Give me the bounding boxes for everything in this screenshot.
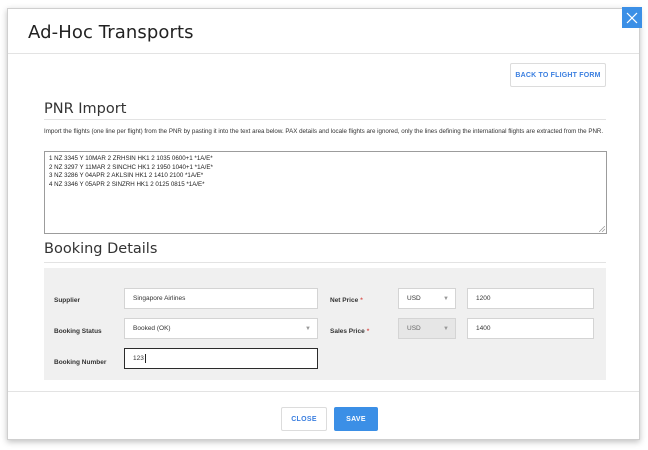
pnr-line: 4 NZ 3346 Y 05APR 2 SINZRH HK1 2 0125 08… [49,181,205,189]
sales-currency-value: USD [407,325,421,332]
chevron-down-icon: ▼ [443,296,449,302]
pnr-textarea[interactable]: 1 NZ 3345 Y 10MAR 2 ZRHSIN HK1 2 1035 06… [44,151,607,234]
sales-price-input[interactable]: 1400 [467,318,594,339]
booking-details-heading: Booking Details [44,241,158,257]
net-price-label: Net Price * [330,297,363,304]
sales-price-label: Sales Price * [330,328,369,335]
pnr-instructions: Import the flights (one line per flight)… [44,128,604,135]
booking-number-input[interactable]: 123 [124,348,318,369]
booking-divider [44,262,606,263]
back-to-flight-form-button[interactable]: BACK TO FLIGHT FORM [510,63,606,87]
pnr-divider [44,119,606,120]
pnr-line: 2 NZ 3297 Y 11MAR 2 SINCHC HK1 2 1950 10… [49,163,213,171]
save-button[interactable]: SAVE [334,407,378,431]
sales-currency-select: USD ▼ [398,318,456,339]
chevron-down-icon: ▼ [443,326,449,332]
close-icon [626,12,638,23]
booking-status-value: Booked (OK) [133,325,171,332]
footer-divider [8,391,639,392]
required-marker: * [360,297,363,304]
pnr-line: 1 NZ 3345 Y 10MAR 2 ZRHSIN HK1 2 1035 06… [49,155,213,162]
booking-status-label: Booking Status [54,328,102,335]
text-cursor [144,354,146,363]
net-price-value: 1200 [476,295,491,302]
required-marker: * [366,328,370,335]
booking-number-label: Booking Number [54,359,107,366]
sales-price-value: 1400 [476,325,491,332]
pnr-line: 3 NZ 3286 Y 04APR 2 AKLSIN HK1 2 1410 21… [49,172,204,180]
booking-number-value: 123 [133,355,144,362]
sales-price-label-text: Sales Price [330,328,365,335]
net-currency-value: USD [407,295,421,302]
dialog-title: Ad-Hoc Transports [28,22,194,43]
net-price-label-text: Net Price [330,297,359,304]
booking-status-select[interactable]: Booked (OK) ▼ [124,318,318,339]
close-dialog-button[interactable] [622,7,642,28]
net-price-input[interactable]: 1200 [467,288,594,309]
resize-grip-icon[interactable] [599,226,605,232]
chevron-down-icon: ▼ [305,326,311,332]
close-button[interactable]: CLOSE [281,407,327,431]
supplier-input[interactable]: Singapore Airlines [124,288,318,309]
supplier-value: Singapore Airlines [133,295,186,302]
supplier-label: Supplier [54,297,81,304]
ad-hoc-transports-dialog: Ad-Hoc Transports BACK TO FLIGHT FORM PN… [7,8,640,440]
booking-details-panel: Supplier Singapore Airlines Booking Stat… [44,268,606,380]
pnr-import-heading: PNR Import [44,101,127,117]
title-divider [8,53,639,54]
net-currency-select[interactable]: USD ▼ [398,288,456,309]
